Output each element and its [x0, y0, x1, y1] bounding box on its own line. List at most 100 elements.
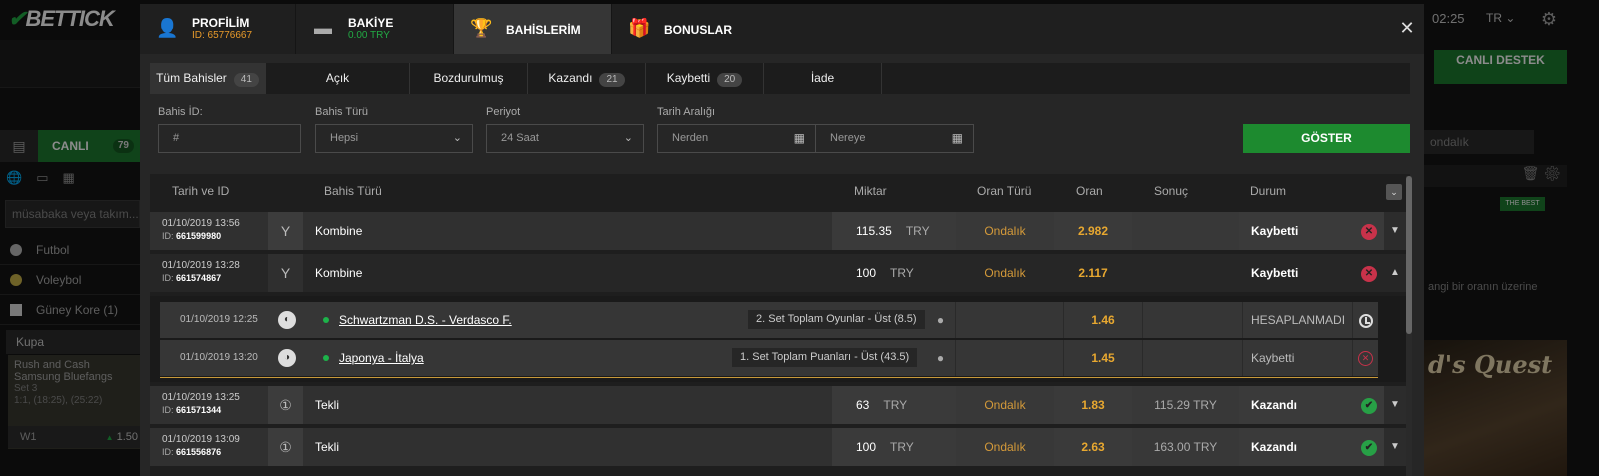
- subtab-won[interactable]: Kazandı 21: [528, 63, 646, 94]
- selection-spacer: [1142, 302, 1242, 338]
- row-odds-type: Ondalık: [956, 386, 1054, 424]
- subtab-cashed-out[interactable]: Bozdurulmuş: [410, 63, 528, 94]
- tab-balance[interactable]: ▬ BAKİYE 0.00 TRY: [296, 4, 454, 54]
- row-amount: 100 TRY: [832, 428, 956, 466]
- subtab-count: 21: [599, 73, 625, 87]
- table-row[interactable]: 01/10/2019 13:25 ID: 661571344 ① Tekli 63…: [150, 386, 1406, 424]
- subtab-lost[interactable]: Kaybetti 20: [646, 63, 764, 94]
- row-result: [1132, 212, 1239, 250]
- combo-icon: Y: [268, 254, 303, 292]
- table-row[interactable]: 01/10/2019 13:28 ID: 661574867 Y Kombine …: [150, 254, 1406, 292]
- tab-balance-amount: 0.00 TRY: [348, 30, 390, 41]
- row-result: 115.29 TRY: [1132, 386, 1239, 424]
- row-odds-type: Ondalık: [956, 428, 1054, 466]
- tab-profile-title: PROFİLİM: [192, 16, 250, 30]
- row-date: 01/10/2019 13:56 ID: 661599980: [162, 218, 240, 241]
- header-odds-type: Oran Türü: [977, 184, 1032, 198]
- selection-status: Kaybetti: [1242, 340, 1352, 376]
- selection-row: 01/10/2019 12:25 ◐ Schwartzman D.S. - Ve…: [160, 302, 1378, 338]
- subtab-refund[interactable]: İade: [764, 63, 882, 94]
- bet-type-label: Bahis Türü: [315, 106, 368, 118]
- selection-spacer: [1142, 340, 1242, 376]
- row-date: 01/10/2019 13:09 ID: 661556876: [162, 434, 240, 457]
- lost-icon: ✕: [1354, 254, 1384, 292]
- header-status: Durum: [1250, 184, 1287, 198]
- gift-icon: 🎁: [628, 18, 651, 38]
- subtab-open[interactable]: Açık: [266, 63, 410, 94]
- chevron-down-icon[interactable]: ▼: [1384, 212, 1406, 250]
- row-odds-type: Ondalık: [956, 254, 1054, 292]
- volleyball-icon: ◑: [278, 349, 296, 367]
- date-to-input[interactable]: Nereye ▦: [815, 124, 974, 153]
- tab-my-bets-title: BAHİSLERİM: [506, 23, 581, 37]
- info-icon[interactable]: ●: [926, 302, 956, 338]
- single-bet-icon: ①: [268, 428, 303, 466]
- row-odds: 2.117: [1054, 254, 1132, 292]
- tab-bonuses[interactable]: 🎁 BONUSLAR: [612, 4, 768, 54]
- row-bet-type: Kombine: [315, 224, 363, 238]
- tab-bonuses-title: BONUSLAR: [664, 23, 732, 37]
- collapse-all-icon[interactable]: ⌄: [1386, 184, 1402, 200]
- calendar-icon[interactable]: ▦: [794, 125, 805, 152]
- date-range-label: Tarih Aralığı: [657, 106, 716, 118]
- scrollbar-thumb[interactable]: [1406, 176, 1412, 334]
- row-result: [1132, 254, 1239, 292]
- calendar-icon[interactable]: ▦: [952, 125, 963, 152]
- bet-id-label: Bahis İD:: [158, 106, 203, 118]
- subtab-count: 20: [717, 73, 743, 87]
- info-icon[interactable]: ●: [926, 340, 956, 376]
- selection-status: HESAPLANMADI: [1242, 302, 1352, 338]
- period-select[interactable]: 24 Saat ⌄: [486, 124, 644, 153]
- selection-odds: 1.46: [1091, 313, 1115, 327]
- subtab-all[interactable]: Tüm Bahisler 41: [150, 63, 266, 94]
- tab-my-bets[interactable]: 🏆 BAHİSLERİM: [454, 4, 612, 54]
- row-odds: 2.982: [1054, 212, 1132, 250]
- selection-spacer: [956, 302, 1064, 338]
- bets-modal: 👤 PROFİLİM ID: 65776667 ▬ BAKİYE 0.00 TR…: [140, 4, 1424, 476]
- won-icon: ✔: [1354, 428, 1384, 466]
- tab-profile-id: ID: 65776667: [192, 30, 253, 41]
- tennis-icon: ◐: [278, 311, 296, 329]
- bet-type-select[interactable]: Hepsi ⌄: [315, 124, 473, 153]
- row-status: Kazandı: [1239, 386, 1354, 424]
- row-amount: 100 TRY: [832, 254, 956, 292]
- close-icon[interactable]: ✕: [1398, 18, 1416, 38]
- selection-row: 01/10/2019 13:20 ◑ Japonya - İtalya 1. S…: [160, 340, 1378, 376]
- lost-icon: ✕: [1352, 340, 1378, 376]
- selection-match-link[interactable]: Schwartzman D.S. - Verdasco F.: [339, 302, 512, 338]
- selection-spacer: [956, 340, 1064, 376]
- lost-icon: ✕: [1354, 212, 1384, 250]
- chevron-up-icon[interactable]: ▲: [1384, 254, 1406, 292]
- bet-id-input[interactable]: #: [158, 124, 301, 153]
- bet-filter-tabs: Tüm Bahisler 41 Açık Bozdurulmuş Kazandı 2…: [150, 63, 1410, 94]
- row-odds: 2.63: [1054, 428, 1132, 466]
- chevron-down-icon[interactable]: ▼: [1384, 428, 1406, 466]
- selection-market: 2. Set Toplam Oyunlar - Üst (8.5): [748, 310, 925, 329]
- table-scrollbar[interactable]: [1406, 176, 1412, 476]
- row-status: Kaybetti: [1239, 254, 1354, 292]
- header-odds: Oran: [1076, 184, 1103, 198]
- combo-icon: Y: [268, 212, 303, 250]
- chevron-down-icon: ⌄: [623, 132, 633, 144]
- wallet-icon: ▬: [314, 18, 332, 38]
- divider: [160, 377, 1378, 378]
- header-amount: Miktar: [854, 184, 887, 198]
- selection-match-link[interactable]: Japonya - İtalya: [339, 340, 424, 376]
- row-date: 01/10/2019 13:25 ID: 661571344: [162, 392, 240, 415]
- selection-date: 01/10/2019 12:25: [180, 314, 258, 325]
- header-bet-type: Bahis Türü: [324, 184, 382, 198]
- chevron-down-icon: ⌄: [452, 132, 462, 144]
- chevron-down-icon[interactable]: ▼: [1384, 386, 1406, 424]
- show-button[interactable]: GÖSTER: [1243, 124, 1410, 153]
- row-odds: 1.83: [1054, 386, 1132, 424]
- user-icon: 👤: [156, 18, 179, 38]
- table-row[interactable]: 01/10/2019 13:56 ID: 661599980 Y Kombine …: [150, 212, 1406, 250]
- tab-profile[interactable]: 👤 PROFİLİM ID: 65776667: [140, 4, 296, 54]
- row-date: 01/10/2019 13:28 ID: 661574867: [150, 254, 268, 292]
- date-from-input[interactable]: Nerden ▦: [657, 124, 816, 153]
- row-result: 163.00 TRY: [1132, 428, 1239, 466]
- table-row[interactable]: 01/10/2019 13:09 ID: 661556876 ① Tekli 10…: [150, 428, 1406, 466]
- selection-market: 1. Set Toplam Puanları - Üst (43.5): [732, 348, 918, 367]
- row-status: Kaybetti: [1239, 212, 1354, 250]
- row-bet-type: Kombine: [303, 254, 832, 292]
